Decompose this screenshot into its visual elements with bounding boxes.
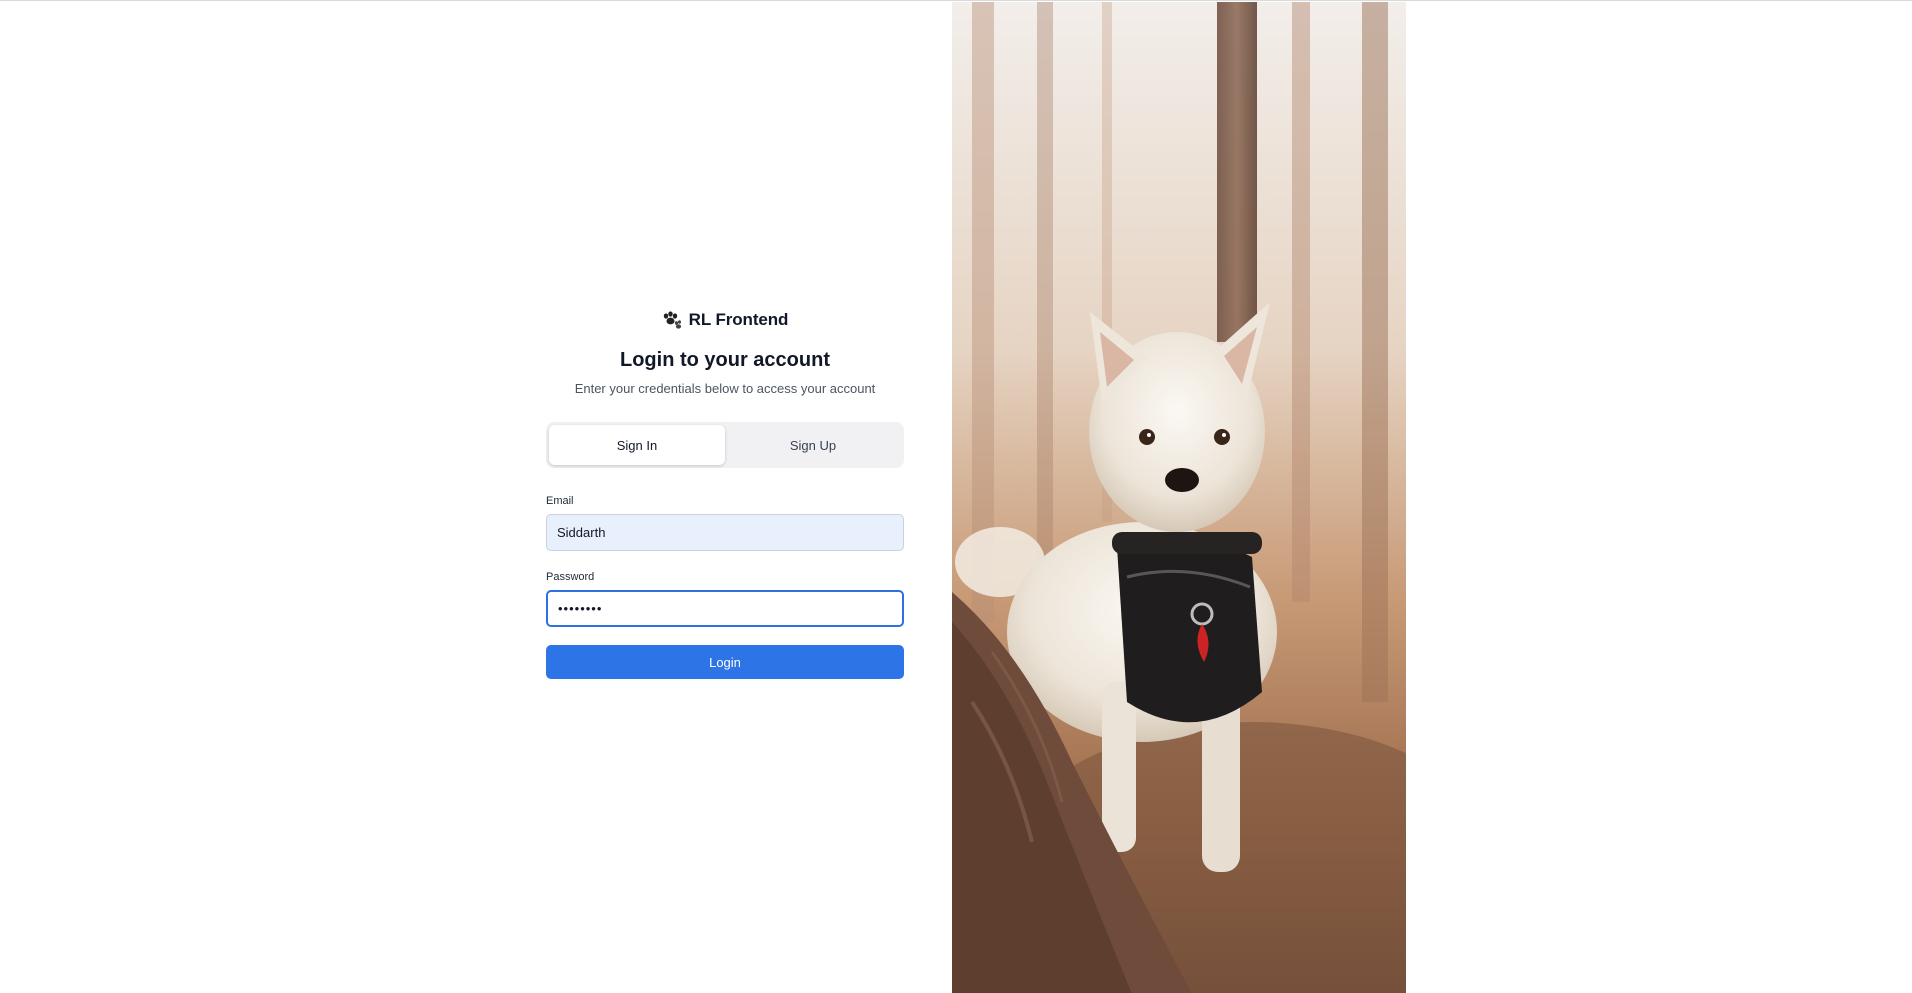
login-card: RL Frontend Login to your account Enter … (546, 304, 904, 679)
login-pane: RL Frontend Login to your account Enter … (0, 2, 952, 993)
email-label: Email (546, 495, 574, 507)
login-page: RL Frontend Login to your account Enter … (0, 0, 1912, 993)
tab-sign-in[interactable]: Sign In (549, 425, 725, 465)
dog-photo (952, 2, 1406, 993)
paw-icon (662, 311, 682, 329)
hero-image (952, 2, 1406, 993)
login-button[interactable]: Login (546, 645, 904, 679)
page-title: Login to your account (620, 349, 830, 371)
password-label: Password (546, 571, 595, 583)
auth-tabs: Sign In Sign Up (546, 422, 904, 468)
page-subtitle: Enter your credentials below to access y… (574, 381, 876, 396)
email-field[interactable] (546, 514, 904, 551)
tab-sign-up[interactable]: Sign Up (725, 425, 901, 465)
brand-name: RL Frontend (688, 310, 789, 329)
password-field[interactable] (546, 590, 904, 627)
email-field-group: Email (546, 495, 904, 551)
password-field-group: Password (546, 571, 904, 627)
brand: RL Frontend (546, 304, 904, 336)
